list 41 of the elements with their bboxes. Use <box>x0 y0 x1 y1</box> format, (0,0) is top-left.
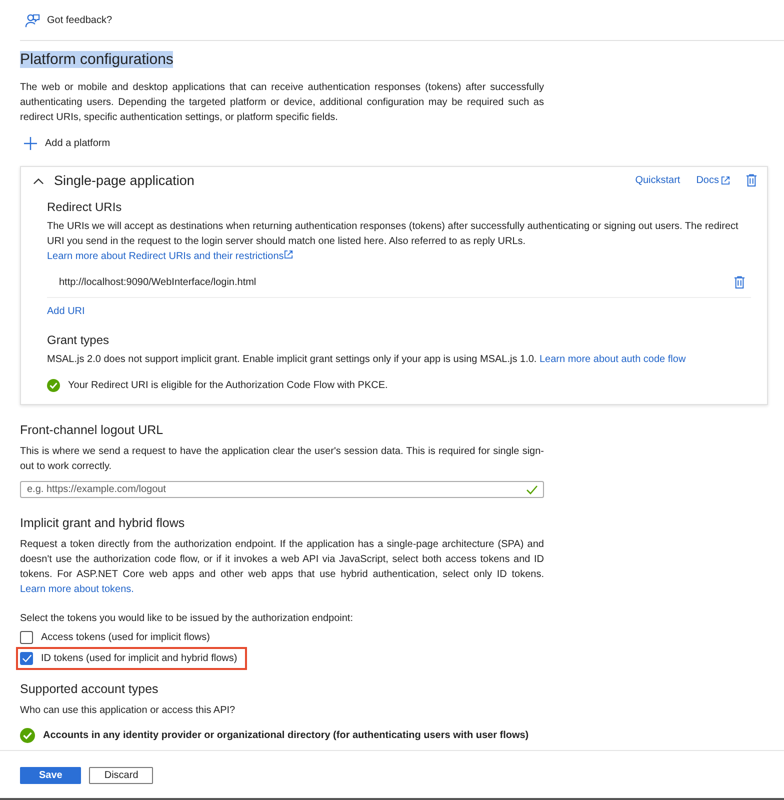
checkbox-label: ID tokens (used for implicit and hybrid flows) <box>41 653 238 664</box>
tokens-prompt: Select the tokens you would like to be issued by the authorization endpoint: <box>20 612 354 626</box>
save-button[interactable]: Save <box>20 767 82 784</box>
collapse-chevron-icon[interactable] <box>33 176 44 184</box>
logout-description: This is where we send a request to have the application clear the user's session data. This is required for single sign-out to work correctly. <box>20 445 544 474</box>
platform-title: Single-page application <box>54 173 194 188</box>
eligibility-message: Your Redirect URI is eligible for the Authorization Code Flow with PKCE. <box>68 380 388 391</box>
redirect-uri: http://localhost:9090/WebInterface/login.html <box>59 277 256 288</box>
logout-url-field[interactable]: e.g. https://example.com/logout <box>20 481 544 498</box>
section-heading: Supported account types <box>20 682 160 696</box>
redirect-description: The URIs we will accept as destinations when returning authentication responses (tokens) after successfully authenticating or signing out users. The redirect URI you send in the request to the login server should match one listed here. Also referred to as reply URLs. Learn more about Redirect URIs and their restrictions <box>47 220 740 264</box>
account-type: Accounts in any identity provider or organizational directory (for authenticating users with user flows) <box>43 730 529 741</box>
add-platform-button[interactable]: Add a platform <box>24 137 110 150</box>
redirect-help-link[interactable]: Learn more about Redirect URIs and their restrictions <box>47 251 293 262</box>
delete-icon[interactable] <box>734 276 745 289</box>
grant-description: MSAL.js 2.0 does not support implicit grant. Enable implicit grant settings only if your app is using MSAL.js 1.0. Learn more about auth code flow <box>47 353 687 367</box>
external-link-icon <box>284 250 293 259</box>
external-link-icon <box>721 176 730 185</box>
page-title: Platform configurations <box>20 51 174 68</box>
account-question: Who can use this application or access this API? <box>20 704 236 718</box>
section-heading: Redirect URIs <box>47 200 123 214</box>
checkbox[interactable] <box>20 631 33 644</box>
section-heading: Grant types <box>47 333 110 347</box>
checkbox-label: Access tokens (used for implicit flows) <box>41 632 210 643</box>
feedback-icon <box>25 12 40 28</box>
success-check-icon <box>47 379 60 392</box>
section-heading: Implicit grant and hybrid flows <box>20 516 186 530</box>
plus-icon <box>24 137 37 150</box>
implicit-description: Request a token directly from the authorization endpoint. If the application has a single-page architecture (SPA) and doesn't use the authorization code flow, or if it invokes a web API via JavaScript, select both access tokens and ID tokens. For ASP.NET Core web apps and other web apps that use hybrid authentication, select only ID tokens. Learn more about tokens. <box>20 538 544 597</box>
discard-button[interactable]: Discard <box>89 767 154 784</box>
quickstart-link[interactable]: Quickstart <box>635 175 680 186</box>
feedback-link[interactable]: Got feedback? <box>47 14 112 26</box>
intro-text: The web or mobile and desktop applications that can receive authentication responses (tokens) after successfully authenticating users. Depending the targeted platform or device, additional configuration may be required such as redirect URIs, specific authentication settings, or platform specific fields. <box>20 81 544 125</box>
delete-icon[interactable] <box>746 174 757 187</box>
docs-link[interactable]: Docs <box>696 175 730 186</box>
section-heading: Front-channel logout URL <box>20 423 164 437</box>
tokens-help-link[interactable]: Learn more about tokens. <box>20 584 134 595</box>
add-uri-link[interactable]: Add URI <box>47 306 751 317</box>
checkbox[interactable] <box>20 652 33 665</box>
success-check-icon <box>20 728 35 743</box>
auth-code-flow-link[interactable]: Learn more about auth code flow <box>539 354 686 365</box>
